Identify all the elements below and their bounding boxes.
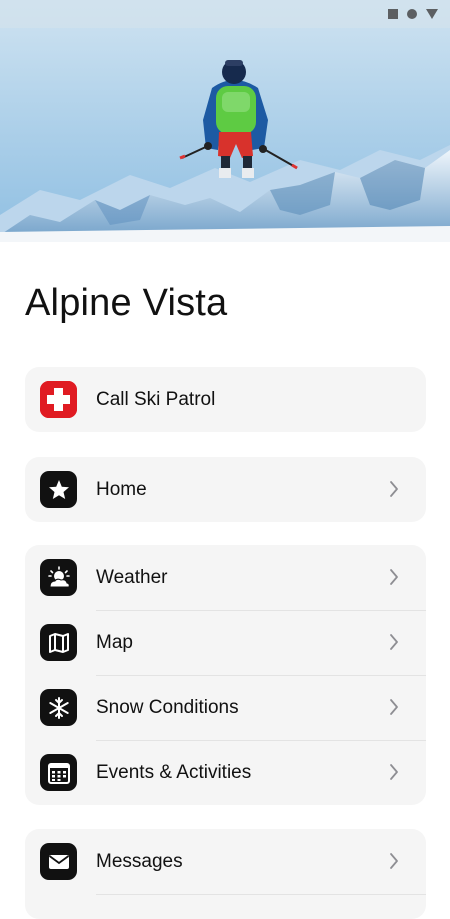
menu-item-messages[interactable]: Messages bbox=[25, 829, 426, 894]
medical-cross-icon bbox=[40, 381, 77, 418]
home-card: Home bbox=[25, 457, 426, 522]
home-label: Home bbox=[96, 478, 147, 500]
calendar-icon bbox=[40, 754, 77, 791]
page-title: Alpine Vista bbox=[25, 282, 228, 324]
messages-card: Messages bbox=[25, 829, 426, 919]
stop-square-icon bbox=[388, 9, 398, 19]
menu-item-weather[interactable]: Weather bbox=[25, 545, 426, 610]
map-label: Map bbox=[96, 631, 133, 653]
snow-conditions-label: Snow Conditions bbox=[96, 696, 239, 718]
events-activities-label: Events & Activities bbox=[96, 761, 252, 783]
snowflake-icon bbox=[40, 689, 77, 726]
chevron-right-icon bbox=[390, 481, 398, 497]
circle-icon bbox=[407, 9, 417, 19]
call-ski-patrol-button[interactable]: Call Ski Patrol bbox=[25, 367, 426, 432]
menu-item-events-activities[interactable]: Events & Activities bbox=[25, 740, 426, 805]
chevron-right-icon bbox=[390, 634, 398, 650]
chevron-right-icon bbox=[390, 853, 398, 869]
menu-item-snow-conditions[interactable]: Snow Conditions bbox=[25, 675, 426, 740]
messages-label: Messages bbox=[96, 850, 183, 872]
menu-item-home[interactable]: Home bbox=[25, 457, 426, 522]
chevron-right-icon bbox=[390, 569, 398, 585]
chevron-right-icon bbox=[390, 699, 398, 715]
info-card: Weather Map Snow Conditions Events & Act… bbox=[25, 545, 426, 805]
map-icon bbox=[40, 624, 77, 661]
status-bar bbox=[0, 0, 450, 28]
triangle-down-icon bbox=[426, 9, 438, 19]
hero-image bbox=[0, 0, 450, 242]
envelope-icon bbox=[40, 843, 77, 880]
call-ski-patrol-label: Call Ski Patrol bbox=[96, 388, 216, 410]
menu-item-map[interactable]: Map bbox=[25, 610, 426, 675]
chevron-right-icon bbox=[390, 764, 398, 780]
emergency-card: Call Ski Patrol bbox=[25, 367, 426, 432]
weather-sun-cloud-icon bbox=[40, 559, 77, 596]
divider bbox=[96, 894, 426, 895]
weather-label: Weather bbox=[96, 566, 168, 588]
star-icon bbox=[40, 471, 77, 508]
